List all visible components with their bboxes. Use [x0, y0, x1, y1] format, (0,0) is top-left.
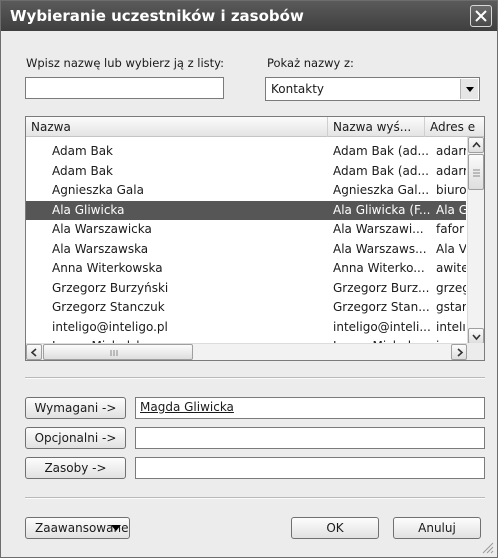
table-row[interactable]: Ala Warszawska Ala Warszaws... Ala V: [26, 240, 466, 260]
table-row[interactable]: Ala Gliwicka Ala Gliwicka (F... Ala G: [26, 200, 466, 220]
advanced-button[interactable]: Zaawansowane: [25, 517, 130, 539]
cell-name: Adam Bak: [52, 163, 114, 178]
scroll-left-icon: [30, 348, 37, 357]
ok-button[interactable]: OK: [291, 517, 379, 539]
cell-name: inteligo@inteligo.pl: [52, 319, 168, 334]
cell-email: awite: [436, 261, 466, 275]
cell-name: Grzegorz Stanczuk: [52, 300, 165, 314]
resources-button[interactable]: Zasoby ->: [25, 457, 126, 479]
scroll-up-icon: [472, 141, 481, 148]
scrollbar-corner: [467, 343, 484, 360]
cell-name: Adam Bak: [52, 144, 114, 158]
grip-icon: [110, 350, 118, 356]
resources-input[interactable]: [135, 457, 485, 479]
cell-display-name: Ala Gliwicka (F...: [333, 202, 431, 217]
show-names-label: Pokaż nazwy z:: [267, 56, 354, 70]
cell-email: gstar: [436, 300, 466, 314]
resize-grip-icon[interactable]: [482, 542, 494, 554]
cell-email: adarr: [436, 144, 466, 158]
cell-display-name: Ala Warszaws...: [333, 241, 427, 256]
cell-email: fafor: [436, 222, 465, 236]
cell-display-name: Agnieszka Gal...: [333, 183, 430, 197]
window-title: Wybieranie uczestników i zasobów: [10, 7, 304, 25]
grip-icon: [473, 169, 480, 177]
cell-display-name: Grzegorz Stan...: [333, 300, 430, 314]
cell-display-name: Anna Witerko...: [333, 261, 425, 275]
dropdown-arrow-icon: [466, 87, 474, 92]
cancel-button[interactable]: Anuluj: [393, 517, 481, 539]
dropdown-button[interactable]: [460, 79, 478, 99]
cell-email: grzeg: [436, 280, 466, 295]
table-row[interactable]: Grzegorz Stanczuk Grzegorz Stan... gstar: [26, 298, 466, 318]
cell-display-name: inteligo@inteli...: [333, 319, 431, 334]
optional-button[interactable]: Opcjonalni ->: [25, 427, 126, 449]
table-row[interactable]: Ala Warszawicka Ala Warszawi... fafor: [26, 220, 466, 240]
horizontal-scroll-thumb[interactable]: [43, 344, 193, 360]
separator: [25, 377, 485, 379]
cell-name: Agnieszka Gala: [52, 183, 144, 197]
cell-email: biuro: [436, 183, 466, 197]
vertical-scrollbar[interactable]: [467, 137, 484, 344]
cell-display-name: Adam Bak (ad...: [333, 163, 429, 178]
column-header-display-name[interactable]: Nazwa wyś...: [328, 117, 425, 137]
scroll-down-icon: [472, 334, 481, 341]
table-row[interactable]: Adam Bak Adam Bak (ad... adarr: [26, 142, 466, 162]
table-row[interactable]: Grzegorz Burzyński Grzegorz Burz... grzeg: [26, 279, 466, 299]
close-icon: [475, 10, 487, 22]
title-bar[interactable]: Wybieranie uczestników i zasobów: [1, 1, 497, 31]
cell-email: adarr: [436, 163, 466, 178]
cell-display-name: Adam Bak (ad...: [333, 144, 429, 158]
close-button[interactable]: [470, 5, 492, 27]
scroll-thumb[interactable]: [468, 154, 484, 190]
cell-name: Ala Warszawicka: [52, 222, 152, 236]
scroll-right-icon: [457, 348, 464, 357]
search-input[interactable]: [25, 77, 224, 99]
column-header-email[interactable]: Adres e: [425, 117, 484, 137]
table-row[interactable]: Adam Bak Adam Bak (ad... adarr: [26, 162, 466, 182]
scroll-left-button[interactable]: [26, 344, 42, 360]
cell-name: Anna Witerkowska: [52, 261, 163, 275]
contacts-list[interactable]: Nazwa Nazwa wyś... Adres e Adam Bak Adam …: [25, 116, 485, 361]
list-rows: Adam Bak Adam Bak (ad... adarr Adam Bak Adam…: [26, 142, 466, 357]
cell-name: Ala Gliwicka: [52, 202, 125, 217]
cell-name: Ala Warszawska: [52, 241, 149, 256]
cell-email: Ala G: [436, 202, 466, 217]
required-button[interactable]: Wymagani ->: [25, 397, 126, 419]
cell-email: intelı: [436, 319, 466, 334]
cell-name: Grzegorz Burzyński: [52, 280, 169, 295]
cell-display-name: Ala Warszawi...: [333, 222, 424, 236]
horizontal-scrollbar[interactable]: [26, 343, 467, 360]
table-row[interactable]: Agnieszka Gala Agnieszka Gal... biuro: [26, 181, 466, 201]
optional-input[interactable]: [135, 427, 485, 449]
scroll-down-button[interactable]: [468, 328, 484, 344]
column-header-name[interactable]: Nazwa: [26, 117, 328, 137]
address-book-value: Kontakty: [271, 82, 325, 96]
address-book-select[interactable]: Kontakty: [265, 77, 480, 101]
cell-email: Ala V: [436, 241, 466, 256]
dropdown-arrow-icon: [111, 525, 121, 531]
table-row[interactable]: Anna Witerkowska Anna Witerko... awite: [26, 259, 466, 279]
scroll-up-button[interactable]: [468, 137, 484, 153]
required-input[interactable]: Magda Gliwicka: [135, 397, 485, 419]
table-row[interactable]: inteligo@inteligo.pl inteligo@inteli... in…: [26, 318, 466, 338]
dialog-window: Wybieranie uczestników i zasobów Wpisz n…: [0, 0, 498, 558]
search-label: Wpisz nazwę lub wybierz ją z listy:: [26, 56, 225, 70]
scroll-right-button[interactable]: [451, 344, 467, 360]
list-header: Nazwa Nazwa wyś... Adres e: [26, 117, 484, 137]
cell-display-name: Grzegorz Burz...: [333, 280, 430, 295]
separator: [25, 497, 485, 499]
